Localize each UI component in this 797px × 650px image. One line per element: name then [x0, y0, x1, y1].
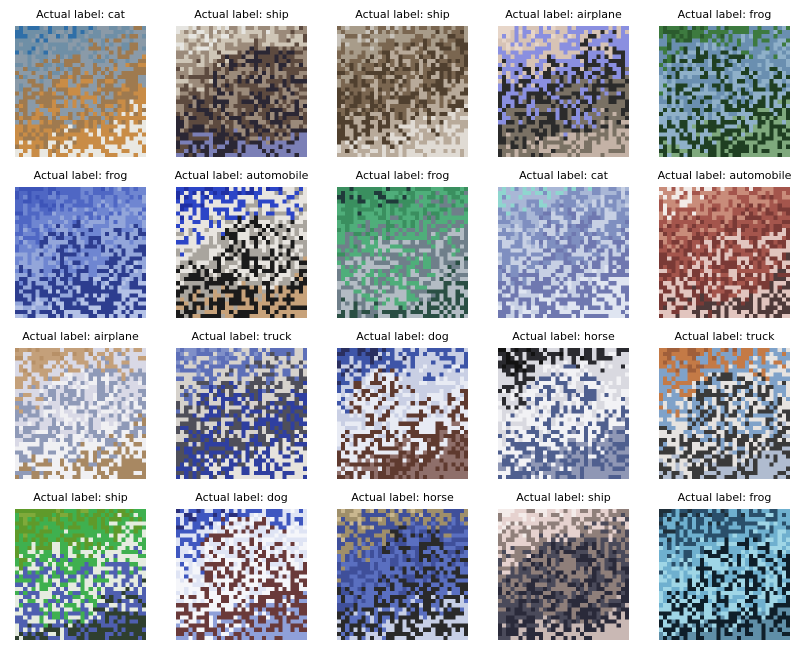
image-cell-horse: Actual label: horse [483, 330, 644, 480]
image-title: Actual label: ship [194, 8, 289, 21]
ship-thumbnail-image [15, 509, 146, 640]
image-cell-cat: Actual label: cat [0, 8, 161, 158]
image-cell-ship: Actual label: ship [322, 8, 483, 158]
automobile-thumbnail-image [176, 187, 307, 318]
image-title: Actual label: horse [351, 491, 454, 504]
horse-thumbnail-image [337, 509, 468, 640]
cat-thumbnail-image [498, 187, 629, 318]
image-title: Actual label: frog [33, 169, 128, 182]
horse-thumbnail-image [498, 348, 629, 479]
image-cell-frog: Actual label: frog [0, 169, 161, 319]
image-title: Actual label: truck [191, 330, 292, 343]
image-cell-ship: Actual label: ship [483, 491, 644, 641]
image-cell-frog: Actual label: frog [322, 169, 483, 319]
airplane-thumbnail-image [498, 26, 629, 157]
image-cell-truck: Actual label: truck [161, 330, 322, 480]
image-cell-dog: Actual label: dog [322, 330, 483, 480]
image-title: Actual label: frog [677, 491, 772, 504]
image-title: Actual label: cat [519, 169, 608, 182]
image-cell-dog: Actual label: dog [161, 491, 322, 641]
image-title: Actual label: horse [512, 330, 615, 343]
image-title: Actual label: automobile [174, 169, 309, 182]
image-cell-frog: Actual label: frog [644, 8, 797, 158]
image-title: Actual label: ship [33, 491, 128, 504]
frog-thumbnail-image [15, 187, 146, 318]
image-title: Actual label: airplane [505, 8, 622, 21]
image-title: Actual label: truck [674, 330, 775, 343]
ship-thumbnail-image [498, 509, 629, 640]
automobile-thumbnail-image [659, 187, 790, 318]
image-title: Actual label: frog [355, 169, 450, 182]
image-cell-frog: Actual label: frog [644, 491, 797, 641]
ship-thumbnail-image [337, 26, 468, 157]
ship-thumbnail-image [176, 26, 307, 157]
image-title: Actual label: automobile [657, 169, 792, 182]
truck-thumbnail-image [176, 348, 307, 479]
airplane-thumbnail-image [15, 348, 146, 479]
image-cell-ship: Actual label: ship [161, 8, 322, 158]
image-title: Actual label: frog [677, 8, 772, 21]
image-cell-automobile: Actual label: automobile [161, 169, 322, 319]
dog-thumbnail-image [176, 509, 307, 640]
image-cell-horse: Actual label: horse [322, 491, 483, 641]
image-cell-cat: Actual label: cat [483, 169, 644, 319]
frog-thumbnail-image [337, 187, 468, 318]
frog-thumbnail-image [659, 509, 790, 640]
image-grid: Actual label: cat Actual label: ship Actua… [0, 0, 797, 650]
image-cell-airplane: Actual label: airplane [483, 8, 644, 158]
image-title: Actual label: airplane [22, 330, 139, 343]
image-cell-truck: Actual label: truck [644, 330, 797, 480]
image-title: Actual label: ship [516, 491, 611, 504]
frog-thumbnail-image [659, 26, 790, 157]
dog-thumbnail-image [337, 348, 468, 479]
cat-thumbnail-image [15, 26, 146, 157]
truck-thumbnail-image [659, 348, 790, 479]
image-cell-automobile: Actual label: automobile [644, 169, 797, 319]
image-title: Actual label: dog [356, 330, 449, 343]
image-cell-ship: Actual label: ship [0, 491, 161, 641]
image-title: Actual label: ship [355, 8, 450, 21]
image-cell-airplane: Actual label: airplane [0, 330, 161, 480]
image-title: Actual label: dog [195, 491, 288, 504]
image-title: Actual label: cat [36, 8, 125, 21]
